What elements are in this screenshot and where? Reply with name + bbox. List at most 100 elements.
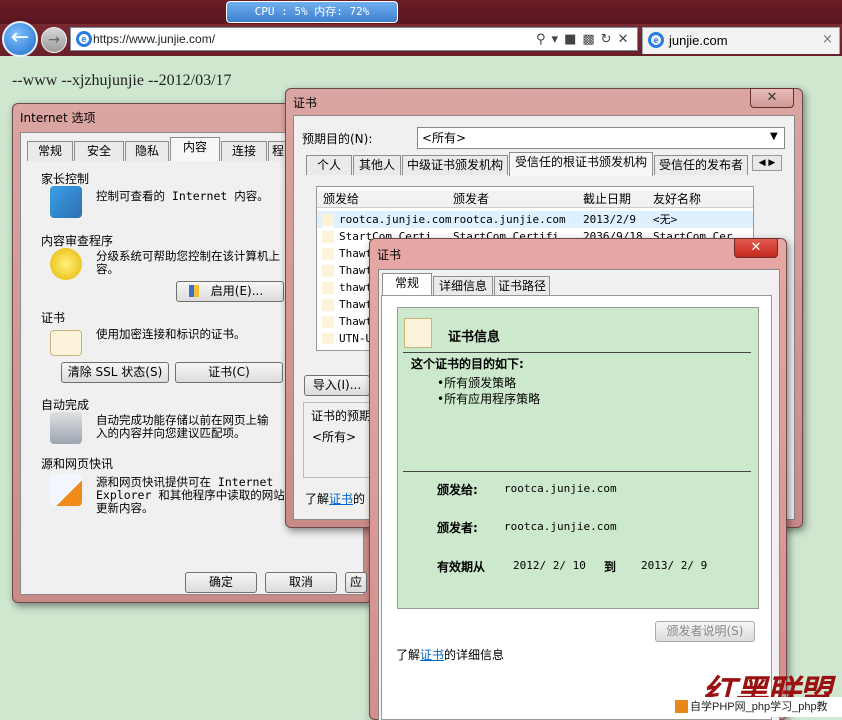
to-label: 到 <box>604 560 617 574</box>
import-button[interactable]: 导入(I)... <box>304 375 370 396</box>
cert-row-icon <box>322 214 334 344</box>
tab-content[interactable]: 内容 <box>170 137 220 161</box>
lock-icon[interactable]: ■ <box>564 32 576 47</box>
validity-label: 有效期从 <box>437 560 486 574</box>
divider <box>403 352 751 353</box>
ie-logo-icon: e <box>76 31 92 47</box>
watermark-banner: 自学PHP网_php学习_php教 <box>672 697 842 717</box>
tab-intermediate-ca[interactable]: 中级证书颁发机构 <box>402 155 508 175</box>
feeds-desc: 源和网页快讯提供可在 Internet Explorer 和其他程序中读取的网站… <box>96 475 285 515</box>
cert-info-heading: 证书信息 <box>448 330 501 345</box>
learn-more-suffix: 的 <box>353 492 366 506</box>
tab-ie-icon: e <box>648 32 664 48</box>
issued-by-label: 颁发者: <box>437 521 478 535</box>
advisor-desc: 分级系统可帮助您控制在该计算机上 容。 <box>96 249 280 276</box>
cell-friendly-name: <无> <box>653 213 678 226</box>
certificate-icon <box>404 318 432 348</box>
enable-label: 启用(E)... <box>210 284 264 298</box>
advisor-heading: 内容审查程序 <box>41 234 114 248</box>
certificate-icon <box>50 330 82 356</box>
certificate-link[interactable]: 证书 <box>420 648 444 662</box>
tab-general[interactable]: 常规 <box>27 141 73 161</box>
tab-scroll-arrows[interactable]: ◀ ▶ <box>752 155 782 171</box>
purpose-heading: 这个证书的目的如下: <box>411 357 524 371</box>
col-issued-to[interactable]: 颁发给 <box>323 191 359 208</box>
refresh-icon[interactable]: ↻ <box>601 32 612 47</box>
cpu-memory-widget: CPU : 5% 内存: 72% <box>226 1 398 23</box>
learn-more-suffix: 的详细信息 <box>444 648 505 662</box>
cell-issued-to: rootca.junjie.com <box>339 213 451 226</box>
stop-icon[interactable]: ✕ <box>618 32 629 47</box>
tab-trusted-publishers[interactable]: 受信任的发布者 <box>654 155 748 175</box>
star-icon <box>50 248 82 280</box>
learn-more-prefix: 了解 <box>305 492 330 506</box>
forward-button[interactable]: → <box>41 27 67 53</box>
feed-icon <box>50 474 82 506</box>
issued-by-value: rootca.junjie.com <box>504 520 617 533</box>
parental-heading: 家长控制 <box>41 172 90 186</box>
compat-icon[interactable]: ▩ <box>582 32 594 47</box>
purpose-item: •所有应用程序策略 <box>437 392 541 406</box>
tab-cert-path[interactable]: 证书路径 <box>494 276 550 296</box>
issuer-statement-button[interactable]: 颁发者说明(S) <box>655 621 755 642</box>
learn-more-text: 了解证书的 <box>305 490 365 507</box>
autocomplete-heading: 自动完成 <box>41 398 90 412</box>
page-text: --www --xjzhujunjie --2012/03/17 <box>12 72 232 89</box>
purpose-label: 预期目的(N): <box>302 132 373 146</box>
autocomplete-desc: 自动完成功能存储以前在网页上输 入的内容并向您建议匹配项。 <box>96 413 269 440</box>
tab-connections[interactable]: 连接 <box>221 141 267 161</box>
cert-learn-more: 了解证书的详细信息 <box>396 646 504 663</box>
tab-general-detail[interactable]: 常规 <box>382 273 432 297</box>
cell-issued-to: Thawt <box>339 264 373 277</box>
cert-manager-title: 证书 <box>293 96 318 110</box>
ok-button[interactable]: 确定 <box>185 572 257 593</box>
list-header: 颁发给 颁发者 截止日期 友好名称 <box>317 191 753 208</box>
col-issued-by[interactable]: 颁发者 <box>453 191 489 208</box>
purpose-all: <所有> <box>312 430 357 444</box>
browser-tab[interactable]: junjie.com <box>642 27 840 54</box>
chevron-down-icon[interactable]: ▼ <box>770 131 778 142</box>
watermark-icon <box>675 700 688 713</box>
shield-icon <box>189 285 199 297</box>
purpose-select[interactable]: <所有> <box>417 127 785 149</box>
feeds-heading: 源和网页快讯 <box>41 457 114 471</box>
dropdown-icon[interactable]: ▾ <box>552 32 559 47</box>
issued-to-label: 颁发给: <box>437 483 478 497</box>
parental-control-icon <box>50 186 82 218</box>
valid-to: 2013/ 2/ 9 <box>641 559 708 572</box>
cancel-button[interactable]: 取消 <box>265 572 337 593</box>
tab-personal[interactable]: 个人 <box>306 155 352 175</box>
issued-to-value: rootca.junjie.com <box>504 482 617 495</box>
certificates-button[interactable]: 证书(C) <box>175 362 283 383</box>
cell-issued-to: thawt <box>339 281 373 294</box>
cert-detail-title: 证书 <box>377 248 402 262</box>
learn-more-prefix: 了解 <box>396 648 421 662</box>
cell-expiry: 2013/2/9 <box>583 213 636 226</box>
table-row[interactable]: rootca.junjie.com rootca.junjie.com 2013… <box>317 211 753 228</box>
cert-manager-close-icon[interactable]: ✕ <box>750 88 794 108</box>
tab-security[interactable]: 安全 <box>74 141 124 161</box>
col-friendly-name[interactable]: 友好名称 <box>653 191 701 208</box>
tab-close-icon[interactable]: × <box>822 32 833 47</box>
parental-desc: 控制可查看的 Internet 内容。 <box>96 189 269 203</box>
tab-trusted-root-ca[interactable]: 受信任的根证书颁发机构 <box>509 152 653 176</box>
tab-privacy[interactable]: 隐私 <box>125 141 169 161</box>
back-button[interactable]: ← <box>2 21 38 57</box>
cell-issued-to: Thawt <box>339 315 373 328</box>
autocomplete-icon <box>50 412 82 444</box>
internet-options-title: Internet 选项 <box>20 111 96 125</box>
cell-issued-by: rootca.junjie.com <box>453 213 566 226</box>
purpose-section-label: 证书的预期 <box>311 407 372 424</box>
close-icon[interactable]: ✕ <box>734 238 778 258</box>
col-expiry[interactable]: 截止日期 <box>583 191 631 208</box>
tab-details[interactable]: 详细信息 <box>433 276 493 296</box>
purpose-item: •所有颁发策略 <box>437 376 517 390</box>
divider <box>403 471 751 472</box>
certificates-link[interactable]: 证书 <box>329 492 353 506</box>
taskbar-strip <box>0 0 842 24</box>
cell-issued-to: Thawt <box>339 298 373 311</box>
clear-ssl-button[interactable]: 清除 SSL 状态(S) <box>61 362 169 383</box>
apply-button[interactable]: 应 <box>345 572 367 593</box>
tab-other-people[interactable]: 其他人 <box>353 155 401 175</box>
search-icon[interactable]: ⚲ <box>536 32 546 47</box>
